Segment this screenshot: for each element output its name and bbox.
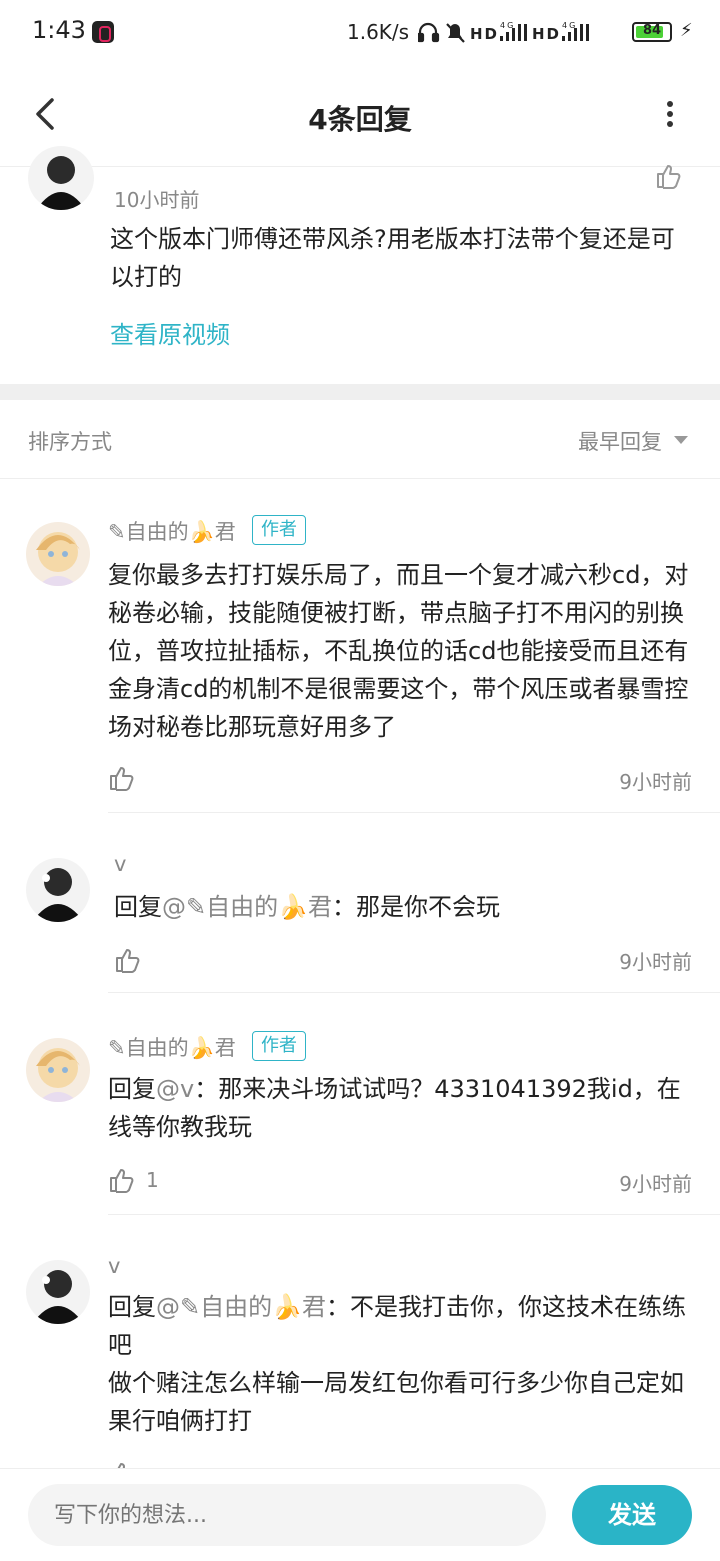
page-title: 4条回复: [308, 103, 412, 136]
avatar-image: [32, 1270, 84, 1324]
mention-link[interactable]: @v: [156, 1075, 194, 1103]
avatar[interactable]: [26, 858, 90, 922]
charging-icon: ⚡: [680, 20, 693, 41]
reply-content: 复你最多去打打娱乐局了，而且一个复才减六秒cd，对秘卷必输，技能随便被打断，带点…: [108, 561, 689, 741]
more-vertical-icon: [667, 101, 673, 127]
reply-text: 复你最多去打打娱乐局了，而且一个复才减六秒cd，对秘卷必输，技能随便被打断，带点…: [108, 556, 698, 746]
comment-text: 这个版本门师傅还带风杀?用老版本打法带个复还是可以打的: [110, 225, 675, 291]
like-button[interactable]: [108, 1166, 136, 1198]
reply-content: ：那是你不会玩: [332, 893, 500, 921]
comment-time: 10小时前: [114, 188, 200, 212]
mention-link[interactable]: @✎自由的🍌君: [162, 893, 332, 921]
sort-label: 排序方式: [28, 430, 112, 454]
mention-link[interactable]: @✎自由的🍌君: [156, 1293, 326, 1321]
comment-input[interactable]: [28, 1484, 546, 1546]
like-button[interactable]: [108, 764, 136, 796]
reply-content: ：那来决斗场试试吗？4331041392我id，在线等你教我玩: [108, 1075, 681, 1141]
send-button[interactable]: 发送: [572, 1485, 692, 1545]
avatar-image: [32, 868, 84, 922]
thumbs-up-icon: [116, 949, 140, 973]
status-icons: HD 4G HD 4G: [416, 20, 618, 49]
thumbs-up-icon: [110, 1169, 134, 1193]
avatar[interactable]: [26, 1038, 90, 1102]
reply-author[interactable]: v: [108, 1254, 120, 1278]
reply-prefix: 回复: [114, 893, 162, 921]
chevron-down-icon[interactable]: [674, 436, 688, 444]
section-divider: [0, 384, 720, 400]
like-count: 1: [146, 1168, 159, 1192]
reply-time: 9小时前: [619, 1172, 692, 1196]
thumbs-up-icon: [110, 767, 134, 791]
battery-icon: 84: [632, 22, 672, 42]
reply-prefix: 回复: [108, 1293, 156, 1321]
avatar-image: [36, 1048, 80, 1102]
reply-author[interactable]: ✎自由的🍌君: [108, 516, 236, 546]
title-bar: 4条回复: [0, 64, 720, 167]
avatar[interactable]: [26, 522, 90, 586]
mute-icon: [446, 23, 465, 43]
comment-input-bar: 发送: [0, 1468, 720, 1561]
signal-4g-icon: 4G: [500, 21, 527, 41]
view-original-video-link[interactable]: 查看原视频: [110, 315, 230, 350]
reply-text: 回复@v：那来决斗场试试吗？4331041392我id，在线等你教我玩: [108, 1070, 698, 1146]
avatar[interactable]: [28, 146, 94, 210]
reply-text: 回复@✎自由的🍌君：不是我打击你，你这技术在练练吧 做个赌注怎么样输一局发红包你…: [108, 1288, 698, 1440]
reply-time: 9小时前: [619, 950, 692, 974]
signal-4g-icon: 4G: [562, 21, 589, 41]
avatar-image: [36, 156, 86, 210]
status-bar: 1:43 1.6K/s HD 4G HD 4G 84 ⚡: [0, 0, 720, 64]
like-button[interactable]: [655, 162, 683, 194]
sort-bar: 排序方式 最早回复: [0, 400, 720, 479]
divider: [108, 1214, 720, 1215]
network-speed: 1.6K/s: [347, 20, 410, 44]
music-app-icon: [92, 21, 114, 43]
reply-author[interactable]: v: [114, 852, 126, 876]
avatar-image: [36, 532, 80, 586]
sort-dropdown[interactable]: 最早回复: [578, 426, 662, 456]
reply-prefix: 回复: [108, 1075, 156, 1103]
divider: [108, 812, 720, 813]
reply-time: 9小时前: [619, 770, 692, 794]
hd-icon: HD: [470, 25, 499, 43]
author-badge: 作者: [252, 1031, 306, 1061]
thumbs-up-icon: [657, 165, 681, 189]
divider: [108, 992, 720, 993]
author-badge: 作者: [252, 515, 306, 545]
signal-icons: HD 4G HD 4G: [416, 21, 589, 43]
avatar[interactable]: [26, 1260, 90, 1324]
battery-level: 84: [642, 23, 662, 38]
more-menu-button[interactable]: [652, 94, 688, 134]
like-button[interactable]: [114, 946, 142, 978]
status-time: 1:43: [32, 16, 86, 44]
hd-icon: HD: [532, 25, 561, 43]
reply-text: 回复@✎自由的🍌君：那是你不会玩: [114, 888, 704, 926]
reply-author[interactable]: ✎自由的🍌君: [108, 1032, 236, 1062]
